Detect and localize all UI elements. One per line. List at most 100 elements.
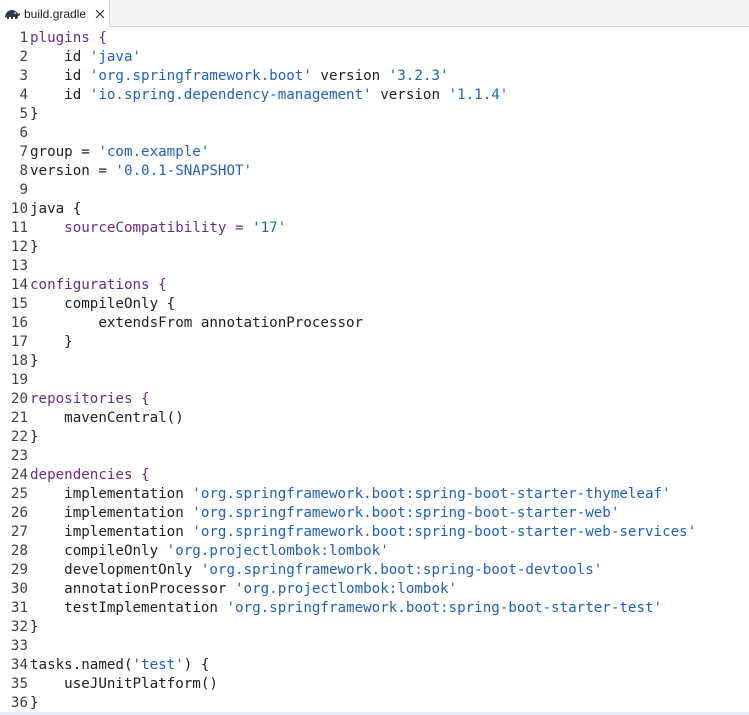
code-line[interactable]: 19	[0, 371, 749, 390]
string-literal: 'io.spring.dependency-management'	[89, 87, 372, 103]
code-line[interactable]: 21 mavenCentral()	[0, 409, 749, 428]
code-line[interactable]: 8 version = '0.0.1-SNAPSHOT'	[0, 162, 749, 181]
code-token: group =	[30, 144, 99, 160]
code-text: sourceCompatibility = '17'	[30, 219, 286, 238]
code-token: }	[30, 353, 39, 369]
close-icon[interactable]	[94, 8, 106, 20]
code-text: mavenCentral()	[30, 409, 184, 428]
code-text: java {	[30, 200, 81, 219]
code-text: }	[30, 333, 73, 352]
code-line[interactable]: 26 implementation 'org.springframework.b…	[0, 504, 749, 523]
code-token: version	[311, 68, 389, 84]
code-text: implementation 'org.springframework.boot…	[30, 504, 619, 523]
line-number: 30	[10, 581, 28, 597]
code-line[interactable]: 17 }	[0, 333, 749, 352]
code-line[interactable]: 15 compileOnly {	[0, 295, 749, 314]
code-token: }	[30, 695, 39, 711]
string-literal: '1.1.4'	[448, 87, 509, 103]
code-line[interactable]: 35 useJUnitPlatform()	[0, 675, 749, 694]
tab-build-gradle[interactable]: build.gradle	[0, 0, 110, 27]
line-number: 7	[19, 144, 28, 160]
line-number: 24	[10, 467, 28, 483]
code-token: }	[30, 106, 39, 122]
line-number: 27	[10, 524, 28, 540]
code-line[interactable]: 4 id 'io.spring.dependency-management' v…	[0, 86, 749, 105]
code-line[interactable]: 1 plugins {	[0, 29, 749, 48]
code-text: implementation 'org.springframework.boot…	[30, 523, 696, 542]
code-token: compileOnly {	[30, 296, 176, 312]
code-token: tasks.named(	[30, 657, 133, 673]
code-token: id	[30, 68, 90, 84]
gradle-elephant-icon	[3, 7, 21, 21]
code-text: }	[30, 105, 39, 124]
code-line[interactable]: 32}	[0, 618, 749, 637]
code-line[interactable]: 22}	[0, 428, 749, 447]
code-line[interactable]: 25 implementation 'org.springframework.b…	[0, 485, 749, 504]
code-token: implementation	[30, 524, 193, 540]
code-text: }	[30, 618, 39, 637]
code-text: extendsFrom annotationProcessor	[30, 314, 363, 333]
code-text: id 'io.spring.dependency-management' ver…	[30, 86, 508, 105]
line-number: 14	[10, 277, 28, 293]
code-text: }	[30, 238, 39, 257]
code-line[interactable]: 18}	[0, 352, 749, 371]
tab-bar: build.gradle	[0, 0, 749, 27]
line-number: 20	[10, 391, 28, 407]
string-literal: '3.2.3'	[388, 68, 449, 84]
line-number: 16	[10, 315, 28, 331]
code-line[interactable]: 6	[0, 124, 749, 143]
code-line[interactable]: 33	[0, 637, 749, 656]
code-line[interactable]: 10 java {	[0, 200, 749, 219]
code-text: developmentOnly 'org.springframework.boo…	[30, 561, 602, 580]
code-text: }	[30, 694, 39, 713]
code-line[interactable]: 31 testImplementation 'org.springframewo…	[0, 599, 749, 618]
code-line[interactable]: 11 sourceCompatibility = '17'	[0, 219, 749, 238]
line-number: 36	[10, 695, 28, 711]
code-token: }	[30, 334, 73, 350]
line-number: 13	[10, 258, 28, 274]
code-line[interactable]: 28 compileOnly 'org.projectlombok:lombok…	[0, 542, 749, 561]
line-number: 26	[10, 505, 28, 521]
code-line[interactable]: 23	[0, 447, 749, 466]
code-token: id	[30, 87, 90, 103]
code-line[interactable]: 9	[0, 181, 749, 200]
line-number: 19	[10, 372, 28, 388]
code-line[interactable]: 24 dependencies {	[0, 466, 749, 485]
code-line[interactable]: 12}	[0, 238, 749, 257]
line-number: 1	[19, 30, 28, 46]
code-line[interactable]: 36}	[0, 694, 749, 713]
code-token: plugins {	[30, 30, 107, 46]
code-token: }	[30, 239, 39, 255]
code-editor[interactable]: 1 plugins {2 id 'java' 3 id 'org.springfra…	[0, 27, 749, 712]
code-line[interactable]: 13	[0, 257, 749, 276]
code-line[interactable]: 2 id 'java'	[0, 48, 749, 67]
code-line[interactable]: 7 group = 'com.example'	[0, 143, 749, 162]
code-line[interactable]: 14 configurations {	[0, 276, 749, 295]
code-text: compileOnly 'org.projectlombok:lombok'	[30, 542, 389, 561]
code-line[interactable]: 5}	[0, 105, 749, 124]
code-line[interactable]: 3 id 'org.springframework.boot' version …	[0, 67, 749, 86]
code-line[interactable]: 30 annotationProcessor 'org.projectlombo…	[0, 580, 749, 599]
code-token: }	[30, 619, 39, 635]
line-number: 22	[10, 429, 28, 445]
line-number: 8	[19, 163, 28, 179]
string-literal: '0.0.1-SNAPSHOT'	[115, 163, 253, 179]
line-number: 3	[19, 68, 28, 84]
string-literal: 'org.springframework.boot:spring-boot-st…	[226, 600, 663, 616]
code-token: compileOnly	[30, 543, 167, 559]
line-number: 25	[10, 486, 28, 502]
line-number: 11	[10, 220, 28, 236]
code-line[interactable]: 34 tasks.named('test') {	[0, 656, 749, 675]
code-text: version = '0.0.1-SNAPSHOT'	[30, 162, 252, 181]
line-number: 15	[10, 296, 28, 312]
code-line[interactable]: 20 repositories {	[0, 390, 749, 409]
code-text: configurations {	[30, 276, 167, 295]
code-line[interactable]: 27 implementation 'org.springframework.b…	[0, 523, 749, 542]
code-text: id 'org.springframework.boot' version '3…	[30, 67, 449, 86]
code-line[interactable]: 29 developmentOnly 'org.springframework.…	[0, 561, 749, 580]
line-number: 21	[10, 410, 28, 426]
code-line[interactable]: 16 extendsFrom annotationProcessor	[0, 314, 749, 333]
line-number: 34	[10, 657, 28, 673]
string-literal: 'org.springframework.boot:spring-boot-st…	[192, 486, 671, 502]
